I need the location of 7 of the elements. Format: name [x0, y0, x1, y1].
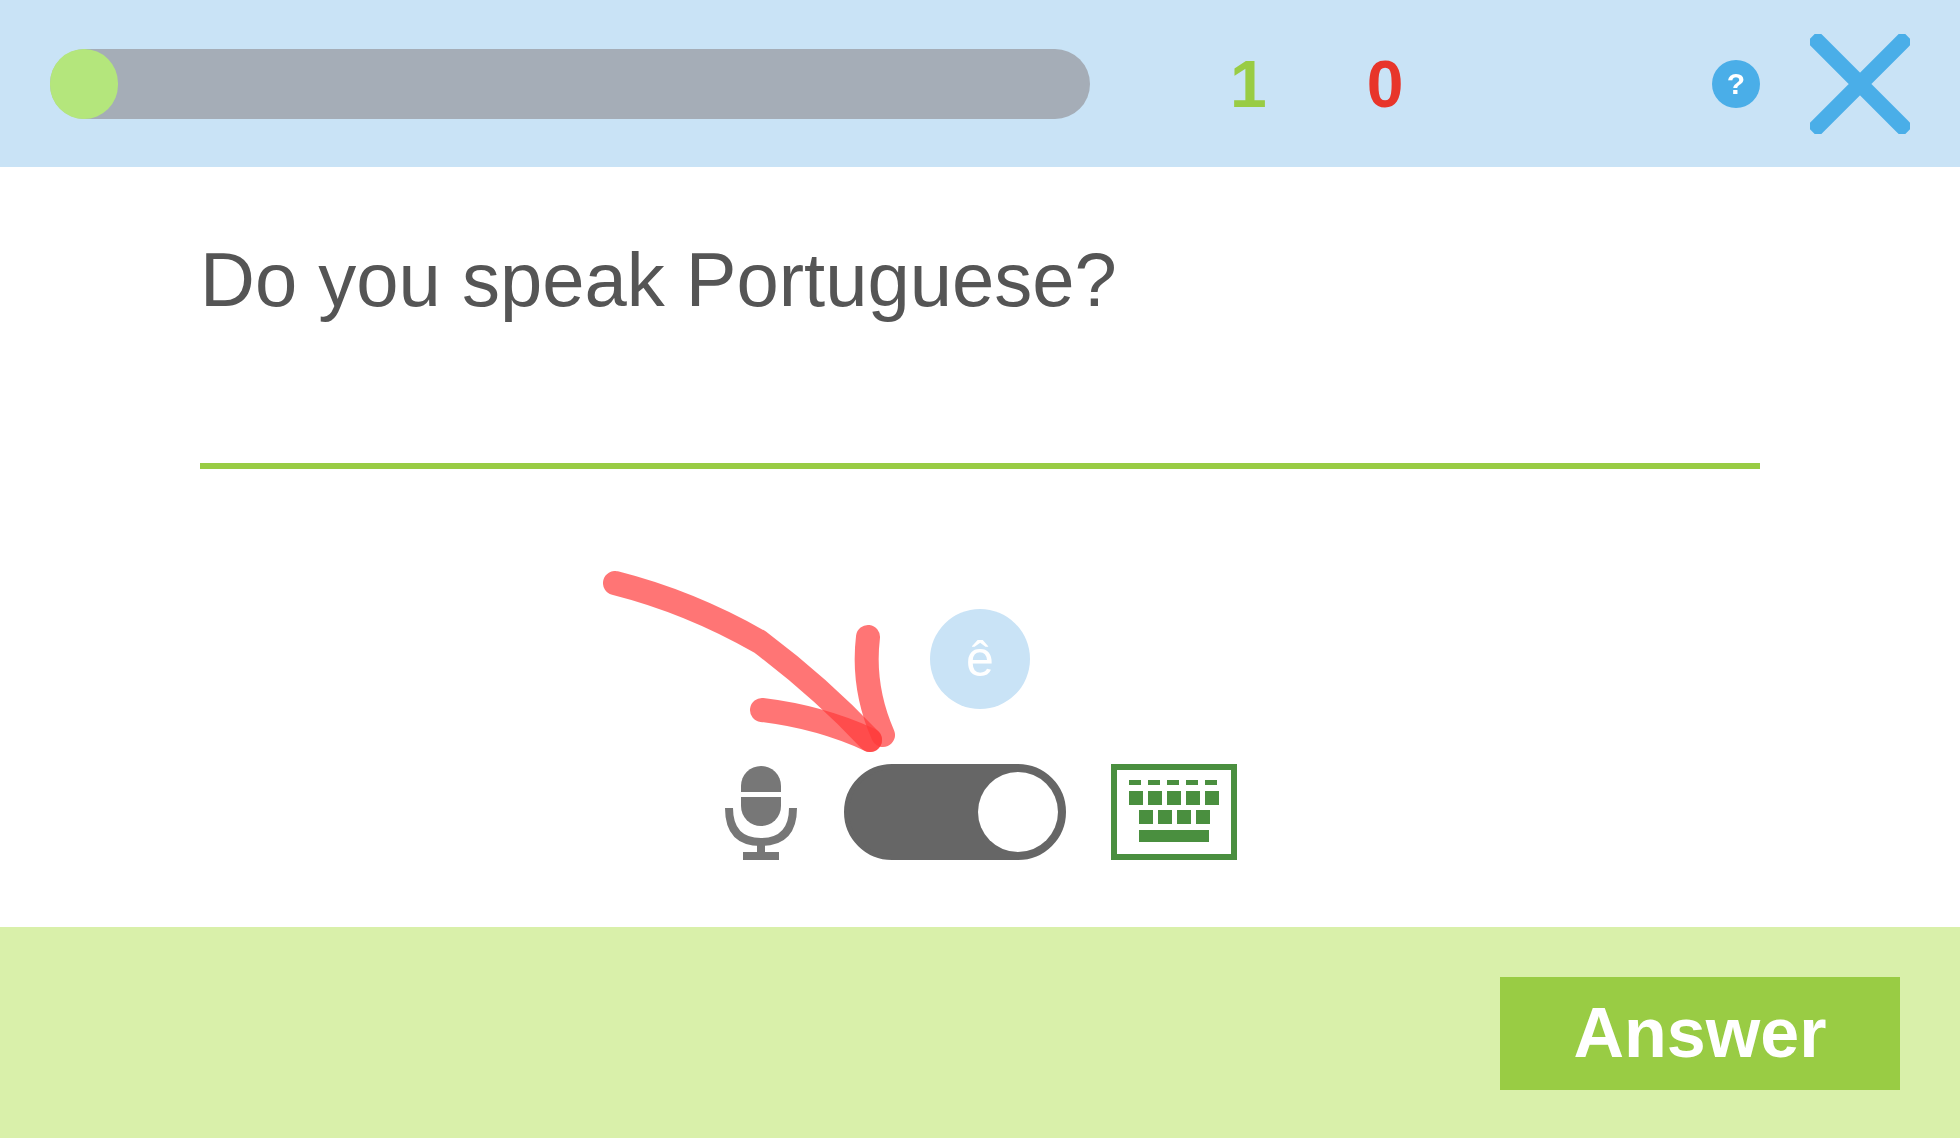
score-count: 1 [1230, 50, 1267, 117]
answer-button[interactable]: Answer [1500, 977, 1900, 1090]
close-icon [1810, 33, 1910, 134]
question-text: Do you speak Portuguese? [200, 236, 1117, 324]
keyboard-icon[interactable] [1111, 764, 1237, 860]
help-button[interactable]: ? [1712, 59, 1760, 108]
score-count: 0 [1366, 50, 1404, 117]
